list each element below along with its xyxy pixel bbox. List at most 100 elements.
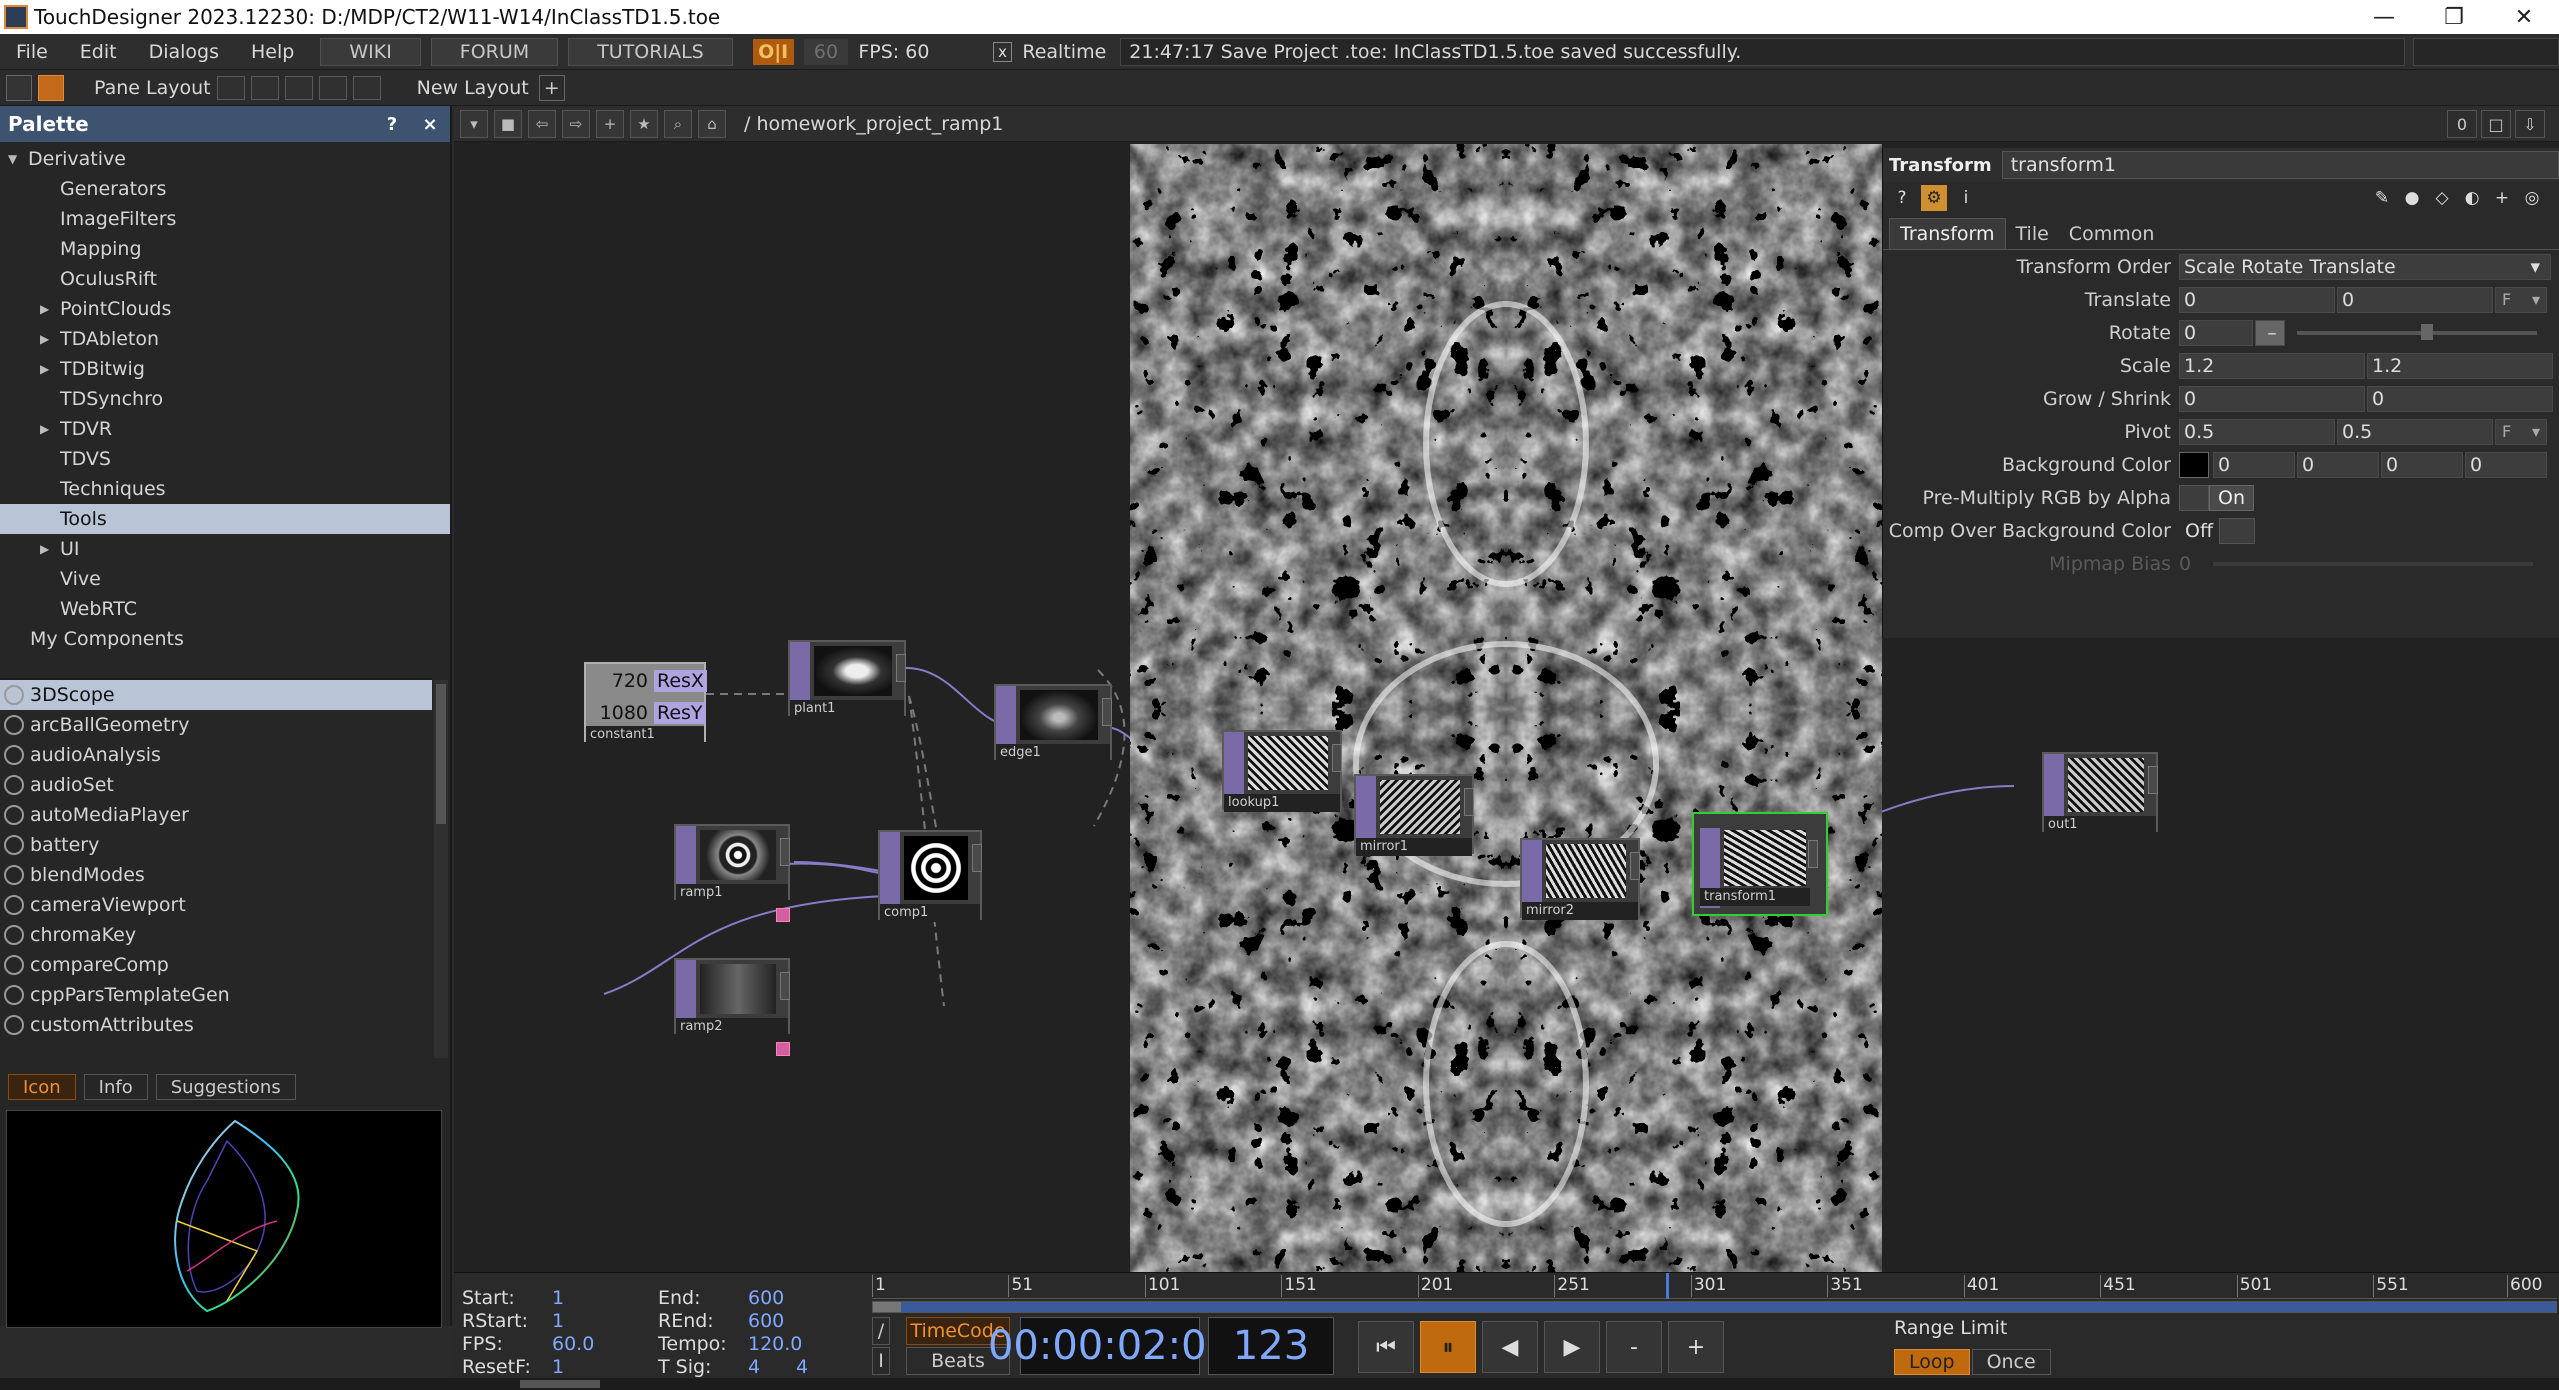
op-name-field[interactable]: transform1: [2001, 151, 2559, 179]
palette-tree-item[interactable]: ▶ PointClouds: [0, 294, 450, 324]
constant1-resx-value[interactable]: 720: [592, 670, 648, 692]
palette-tree-item[interactable]: My Components: [0, 624, 450, 654]
python-script-icon[interactable]: ◐: [2459, 185, 2485, 211]
layout-single-button[interactable]: [216, 75, 245, 100]
node-comp1[interactable]: comp1: [878, 830, 982, 922]
comment-icon[interactable]: ●: [2399, 185, 2425, 211]
play-forward-button[interactable]: ▶: [1544, 1321, 1600, 1373]
rotate-slider-track[interactable]: [2297, 331, 2537, 335]
tsig-denominator[interactable]: 4: [796, 1356, 808, 1378]
grow-x-field[interactable]: 0: [2179, 385, 2365, 412]
node-label[interactable]: mirror1: [1356, 838, 1472, 856]
palette-tree-item[interactable]: TDSynchro: [0, 384, 450, 414]
timeline-expand-icon[interactable]: /: [872, 1317, 890, 1345]
rstart-value[interactable]: 1: [552, 1310, 652, 1332]
palette-tree-item[interactable]: Techniques: [0, 474, 450, 504]
transform-order-select[interactable]: Scale Rotate Translate ▾: [2179, 253, 2551, 280]
layout-split-vertical-button[interactable]: [250, 75, 279, 100]
node-ramp2[interactable]: ramp2: [674, 958, 790, 1036]
tab-transform[interactable]: Transform: [1889, 218, 2006, 249]
timeline-range-bar[interactable]: [872, 1301, 2557, 1313]
info-icon[interactable]: i: [1953, 185, 1979, 211]
scale-x-field[interactable]: 1.2: [2179, 352, 2365, 379]
palette-component-item[interactable]: arcBallGeometry: [0, 710, 432, 740]
expand-arrow-down-icon[interactable]: ▼: [8, 152, 17, 166]
layout-four-button[interactable]: [352, 75, 381, 100]
rewind-to-start-button[interactable]: ⏮: [1358, 1321, 1414, 1373]
background-color-swatch[interactable]: [2179, 451, 2209, 478]
realtime-checkbox[interactable]: x: [992, 41, 1013, 62]
add-layout-button[interactable]: +: [538, 74, 565, 101]
palette-component-item[interactable]: chromaKey: [0, 920, 432, 950]
expand-arrow-right-icon[interactable]: ▶: [40, 422, 49, 436]
palette-component-item[interactable]: audioAnalysis: [0, 740, 432, 770]
maximize-button[interactable]: ❐: [2419, 0, 2489, 34]
expand-arrow-right-icon[interactable]: ▶: [40, 332, 49, 346]
node-ramp1[interactable]: ramp1: [674, 824, 790, 902]
premultiply-toggle[interactable]: On: [2179, 484, 2254, 511]
bgcolor-b-field[interactable]: 0: [2381, 451, 2463, 478]
node-label[interactable]: plant1: [790, 700, 904, 718]
help-icon[interactable]: ?: [1889, 185, 1915, 211]
range-bar-handle[interactable]: [873, 1302, 901, 1312]
frame-display[interactable]: 123: [1208, 1317, 1334, 1375]
rend-value[interactable]: 600: [748, 1310, 784, 1332]
pivot-y-field[interactable]: 0.5: [2337, 418, 2493, 445]
palette-tree-item[interactable]: Vive: [0, 564, 450, 594]
palette-component-item[interactable]: cppParsTemplateGen: [0, 980, 432, 1010]
palette-component-item[interactable]: cameraViewport: [0, 890, 432, 920]
translate-x-field[interactable]: 0: [2179, 286, 2335, 313]
node-label[interactable]: constant1: [586, 726, 704, 744]
menu-help[interactable]: Help: [235, 41, 310, 63]
expand-arrow-right-icon[interactable]: ▶: [40, 542, 49, 556]
ramp1-viewer-flag[interactable]: [776, 908, 790, 922]
play-reverse-button[interactable]: ◀: [1482, 1321, 1538, 1373]
rotate-slider-handle[interactable]: –: [2255, 319, 2285, 346]
palette-component-item[interactable]: autoMediaPlayer: [0, 800, 432, 830]
node-mirror2[interactable]: mirror2: [1520, 838, 1640, 920]
palette-tree-item[interactable]: WebRTC: [0, 594, 450, 624]
pane-home-icon[interactable]: [38, 74, 64, 101]
playhead-cursor[interactable]: [1666, 1273, 1669, 1299]
ramp2-viewer-flag[interactable]: [776, 1042, 790, 1056]
bgcolor-a-field[interactable]: 0: [2465, 451, 2547, 478]
expand-arrow-right-icon[interactable]: ▶: [40, 302, 49, 316]
menu-edit[interactable]: Edit: [64, 41, 133, 63]
wiki-button[interactable]: WIKI: [320, 37, 421, 66]
node-edge1[interactable]: edge1: [994, 684, 1112, 762]
once-button[interactable]: Once: [1971, 1349, 2051, 1375]
palette-component-item[interactable]: audioSet: [0, 770, 432, 800]
pivot-unit-select[interactable]: F ▾: [2495, 418, 2547, 445]
node-label[interactable]: transform1: [1700, 888, 1810, 906]
node-constant1[interactable]: 720 ResX 1080 ResY constant1: [584, 662, 707, 744]
palette-tree-item[interactable]: ImageFilters: [0, 204, 450, 234]
add-parameter-icon[interactable]: +: [2489, 185, 2515, 211]
node-mirror1[interactable]: mirror1: [1354, 774, 1474, 856]
node-label[interactable]: comp1: [880, 904, 980, 922]
tab-common[interactable]: Common: [2059, 219, 2165, 249]
node-label[interactable]: out1: [2044, 816, 2156, 834]
node-lookup1[interactable]: lookup1: [1222, 730, 1342, 812]
translate-unit-select[interactable]: F ▾: [2495, 286, 2547, 313]
timecode-display[interactable]: 00:00:02:02: [988, 1317, 1232, 1375]
timeline-ruler[interactable]: 1 51 101 151 201 251 301 351 401 451 501 551 600: [872, 1273, 2557, 1299]
bottom-scrollbar-thumb[interactable]: [520, 1380, 600, 1388]
step-forward-button[interactable]: +: [1668, 1321, 1724, 1373]
grow-y-field[interactable]: 0: [2367, 385, 2553, 412]
scale-y-field[interactable]: 1.2: [2367, 352, 2553, 379]
palette-tree-item[interactable]: Mapping: [0, 234, 450, 264]
forum-button[interactable]: FORUM: [430, 37, 559, 66]
palette-tree-item[interactable]: TDVS: [0, 444, 450, 474]
palette-tree-item[interactable]: ▼ Derivative: [0, 144, 450, 174]
expand-arrow-right-icon[interactable]: ▶: [40, 362, 49, 376]
palette-tree-item[interactable]: Generators: [0, 174, 450, 204]
loop-button[interactable]: Loop: [1894, 1349, 1970, 1375]
palette-component-item[interactable]: blendModes: [0, 860, 432, 890]
target-icon[interactable]: ◎: [2519, 185, 2545, 211]
palette-component-item[interactable]: customAttributes: [0, 1010, 432, 1040]
palette-component-item[interactable]: compareComp: [0, 950, 432, 980]
layout-split-horizontal-button[interactable]: [284, 75, 313, 100]
comp-over-toggle[interactable]: Off: [2179, 517, 2256, 544]
pivot-x-field[interactable]: 0.5: [2179, 418, 2335, 445]
palette-tree-item[interactable]: ▶ TDAbleton: [0, 324, 450, 354]
